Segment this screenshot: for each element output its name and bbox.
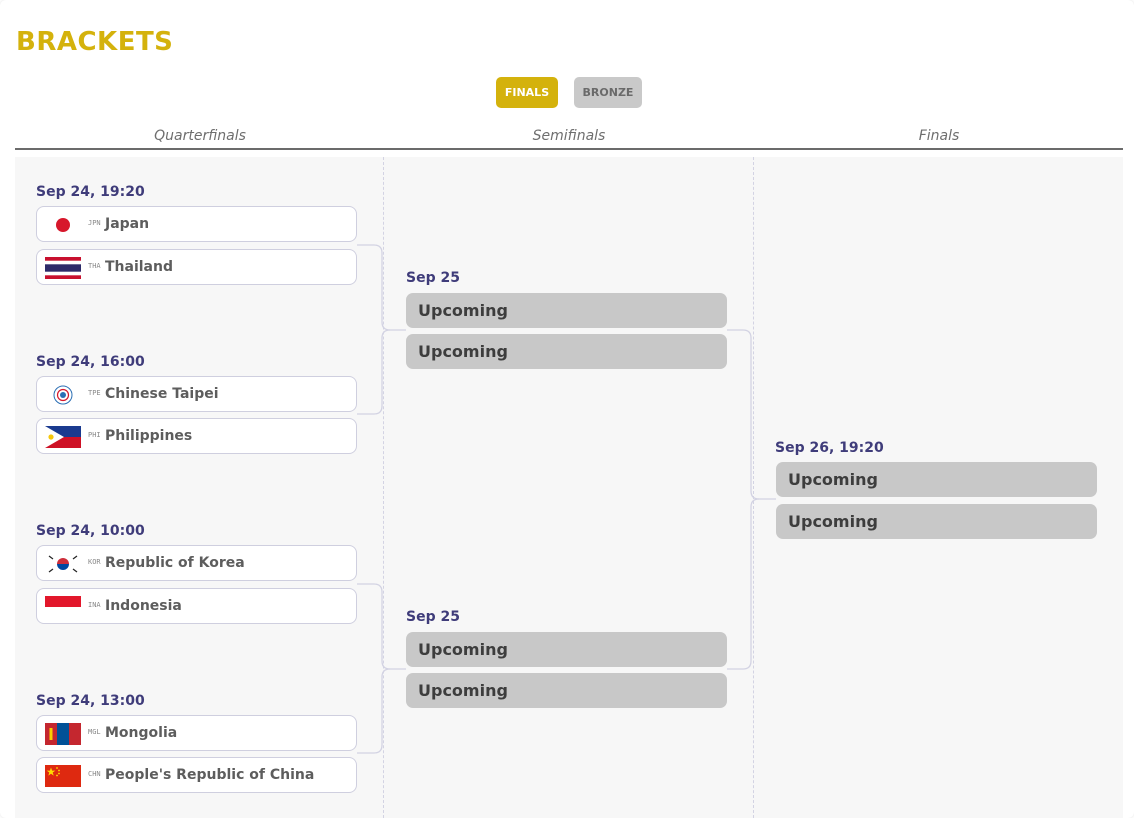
mongolia-flag-icon xyxy=(45,723,81,745)
team-indonesia[interactable]: INA Indonesia xyxy=(36,588,357,624)
team-code: JPN xyxy=(88,219,101,227)
chinese-taipei-flag-icon xyxy=(45,384,81,406)
team-name: Thailand xyxy=(105,259,173,275)
match-date-sf2: Sep 25 xyxy=(406,609,460,625)
match-date-qf1: Sep 24, 19:20 xyxy=(36,184,145,200)
team-name: Republic of Korea xyxy=(105,555,245,571)
team-name: Mongolia xyxy=(105,725,178,741)
team-name: People's Republic of China xyxy=(105,767,315,783)
team-thailand[interactable]: THA Thailand xyxy=(36,249,357,285)
brackets-panel: BRACKETS FINALS BRONZE Quarterfinals Sem… xyxy=(0,0,1134,818)
match-date-qf4: Sep 24, 13:00 xyxy=(36,693,145,709)
upcoming-slot[interactable]: Upcoming xyxy=(776,462,1097,497)
match-date-qf3: Sep 24, 10:00 xyxy=(36,523,145,539)
team-code: MGL xyxy=(88,728,101,736)
china-flag-icon xyxy=(45,765,81,787)
upcoming-slot[interactable]: Upcoming xyxy=(406,334,727,369)
team-code: INA xyxy=(88,601,101,609)
upcoming-slot[interactable]: Upcoming xyxy=(776,504,1097,539)
team-name: Japan xyxy=(105,216,150,232)
team-name: Chinese Taipei xyxy=(105,386,219,402)
team-philippines[interactable]: PHI Philippines xyxy=(36,418,357,454)
match-date-final: Sep 26, 19:20 xyxy=(775,440,884,456)
philippines-flag-icon xyxy=(45,426,81,448)
upcoming-slot[interactable]: Upcoming xyxy=(406,293,727,328)
team-korea[interactable]: KOR Republic of Korea xyxy=(36,545,357,581)
team-code: TPE xyxy=(88,389,101,397)
team-chinese-taipei[interactable]: TPE Chinese Taipei xyxy=(36,376,357,412)
upcoming-slot[interactable]: Upcoming xyxy=(406,632,727,667)
upcoming-slot[interactable]: Upcoming xyxy=(406,673,727,708)
match-date-qf2: Sep 24, 16:00 xyxy=(36,354,145,370)
japan-flag-icon xyxy=(45,214,81,236)
team-name: Philippines xyxy=(105,428,193,444)
team-mongolia[interactable]: MGL Mongolia xyxy=(36,715,357,751)
team-japan[interactable]: JPN Japan xyxy=(36,206,357,242)
korea-flag-icon xyxy=(45,553,81,575)
team-code: THA xyxy=(88,262,101,270)
team-code: PHI xyxy=(88,431,101,439)
match-date-sf1: Sep 25 xyxy=(406,270,460,286)
team-code: CHN xyxy=(88,770,101,778)
team-code: KOR xyxy=(88,558,101,566)
team-name: Indonesia xyxy=(105,598,182,614)
indonesia-flag-icon xyxy=(45,596,81,618)
team-china[interactable]: CHN People's Republic of China xyxy=(36,757,357,793)
thailand-flag-icon xyxy=(45,257,81,279)
